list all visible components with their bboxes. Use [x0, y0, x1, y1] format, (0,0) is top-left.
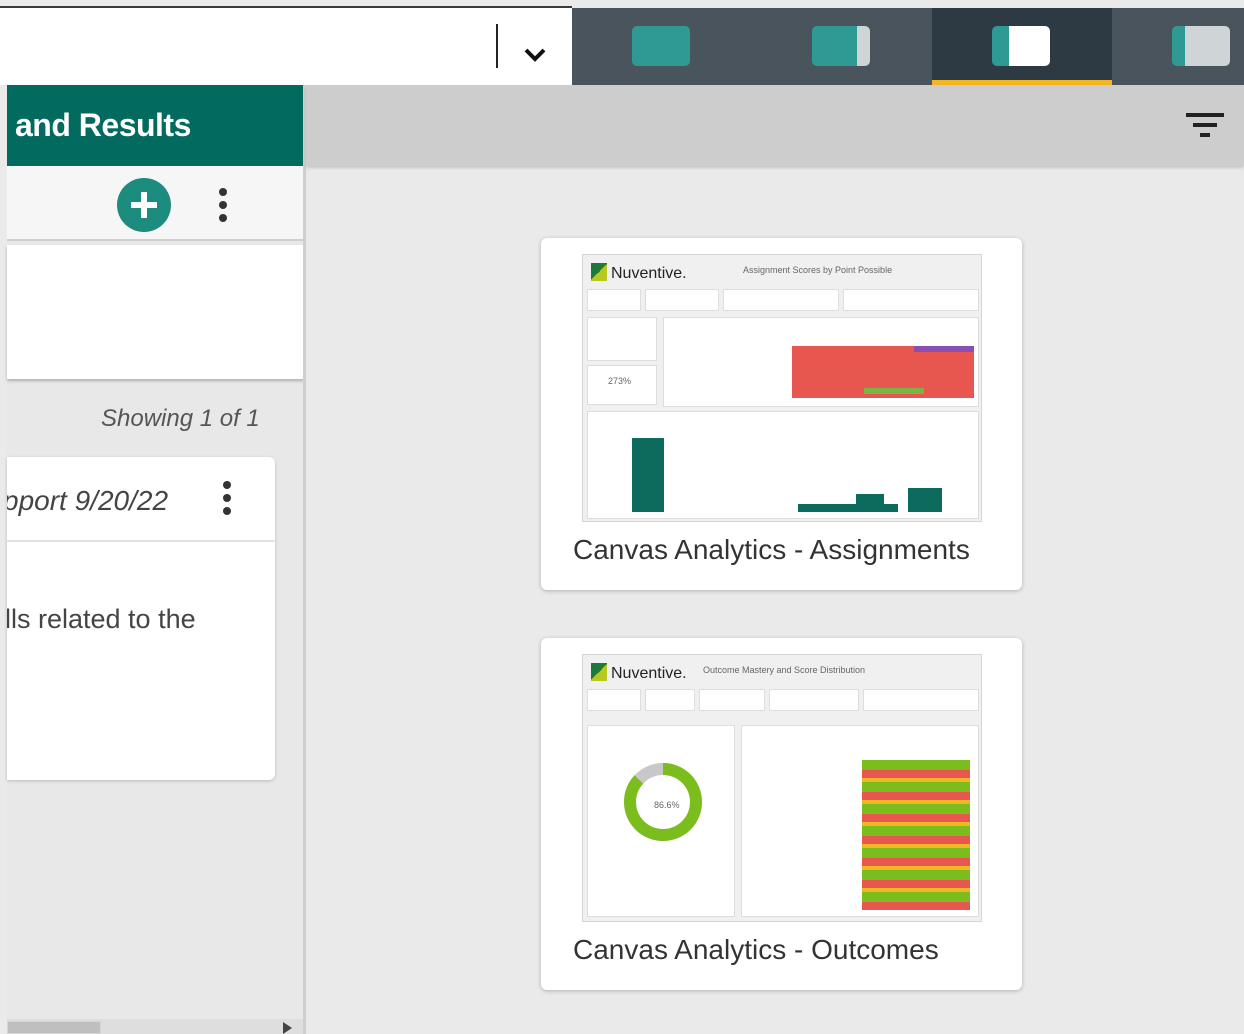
report-title: Canvas Analytics - Assignments — [573, 534, 970, 565]
more-options-icon[interactable] — [219, 188, 227, 224]
report-tile-outcomes[interactable]: Nuventive. Outcome Mastery and Score Dis… — [541, 638, 1022, 990]
layout-full-button[interactable] — [572, 8, 752, 85]
report-selector[interactable] — [0, 8, 572, 85]
top-toolbar — [0, 0, 1244, 85]
report-card-description: lls related to the — [7, 604, 196, 634]
result-count: Showing 1 of 1 — [101, 405, 260, 432]
panel-title: and Results — [15, 107, 191, 143]
preview-kpi: 86.6% — [654, 800, 680, 810]
layout-left-narrow-icon — [1172, 26, 1230, 66]
layout-right-narrow-button[interactable] — [752, 8, 932, 85]
text-cursor — [496, 24, 498, 68]
preview-kpi: 273% — [608, 376, 632, 386]
report-card-title: pport 9/20/22 — [7, 485, 169, 516]
results-panel: and Results Showing 1 of 1 pport 9/20/22… — [7, 85, 304, 1034]
scrollbar-thumb[interactable] — [7, 1021, 101, 1034]
report-thumbnail: Nuventive. Outcome Mastery and Score Dis… — [582, 654, 982, 922]
preview-heading: Assignment Scores by Point Possible — [743, 265, 893, 275]
report-options-icon[interactable] — [223, 481, 231, 517]
layout-switcher — [572, 8, 1244, 85]
add-button[interactable] — [117, 178, 171, 232]
layout-full-icon — [632, 26, 690, 66]
brand-logo: Nuventive. — [591, 663, 687, 683]
report-list-item[interactable]: pport 9/20/22 lls related to the — [7, 457, 275, 780]
panel-divider[interactable] — [303, 85, 306, 1034]
filter-icon[interactable] — [1186, 113, 1224, 139]
report-title: Canvas Analytics - Outcomes — [573, 934, 939, 965]
preview-heading: Outcome Mastery and Score Distribution — [703, 665, 866, 675]
chevron-down-icon[interactable] — [520, 40, 550, 70]
panel-header: and Results — [7, 85, 304, 166]
layout-left-narrow-button[interactable] — [1112, 8, 1244, 85]
scroll-right-arrow-icon[interactable] — [283, 1022, 292, 1034]
report-card-header: pport 9/20/22 — [7, 457, 275, 542]
report-tile-assignments[interactable]: Nuventive. Assignment Scores by Point Po… — [541, 238, 1022, 590]
layout-split-icon — [992, 26, 1050, 66]
report-thumbnail: Nuventive. Assignment Scores by Point Po… — [582, 254, 982, 522]
panel-actions — [7, 166, 304, 241]
reports-header — [306, 85, 1244, 166]
panel-content-area — [7, 245, 304, 379]
layout-split-button[interactable] — [932, 8, 1112, 85]
layout-right-narrow-icon — [812, 26, 870, 66]
brand-logo: Nuventive. — [591, 263, 687, 283]
horizontal-scrollbar[interactable] — [7, 1019, 304, 1034]
